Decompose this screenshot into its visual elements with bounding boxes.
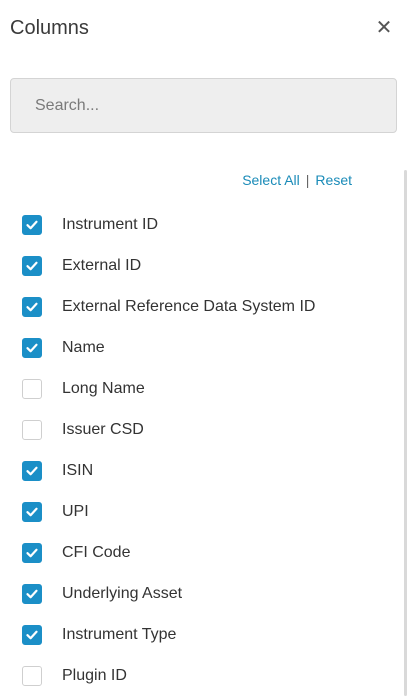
column-item-label: Issuer CSD — [62, 420, 144, 438]
column-item[interactable]: External ID — [22, 245, 392, 286]
column-item[interactable]: UPI — [22, 491, 392, 532]
checkmark-icon — [26, 466, 38, 475]
search-input[interactable] — [33, 95, 377, 116]
checkmark-icon — [26, 343, 38, 352]
column-item-label: Long Name — [62, 379, 145, 397]
checkbox-unchecked[interactable] — [22, 665, 42, 686]
column-item-label: Plugin ID — [62, 666, 127, 684]
checkbox-checked[interactable] — [22, 624, 42, 645]
column-item-label: CFI Code — [62, 543, 131, 561]
checkmark-icon — [26, 548, 38, 557]
column-item[interactable]: Instrument Type — [22, 614, 392, 655]
select-all-link[interactable]: Select All — [242, 172, 300, 188]
column-item-label: UPI — [62, 502, 89, 520]
checkmark-icon — [26, 630, 38, 639]
column-item[interactable]: Underlying Asset — [22, 573, 392, 614]
panel-title: Columns — [10, 16, 89, 39]
search-box[interactable] — [10, 78, 397, 133]
checkmark-icon — [26, 302, 38, 311]
column-item-label: Instrument Type — [62, 625, 177, 643]
checkbox-unchecked[interactable] — [22, 378, 42, 399]
reset-link[interactable]: Reset — [315, 172, 352, 188]
column-items: Instrument ID External ID External Referen… — [22, 204, 392, 696]
column-item[interactable]: External Reference Data System ID — [22, 286, 392, 327]
checkmark-icon — [26, 220, 38, 229]
checkbox-checked[interactable] — [22, 583, 42, 604]
column-item[interactable]: Name — [22, 327, 392, 368]
column-item-label: Instrument ID — [62, 215, 159, 233]
column-item-label: ISIN — [62, 461, 94, 479]
checkbox-checked[interactable] — [22, 542, 42, 563]
checkbox-checked[interactable] — [22, 214, 42, 235]
close-icon[interactable]: ✕ — [373, 17, 395, 39]
actions-separator: | — [305, 172, 310, 188]
column-item-label: Name — [62, 338, 105, 356]
column-item[interactable]: Plugin ID — [22, 655, 392, 696]
checkmark-icon — [26, 507, 38, 516]
columns-panel: Columns ✕ Select All | Reset Instrument … — [0, 0, 409, 696]
checkbox-checked[interactable] — [22, 296, 42, 317]
list-actions: Select All | Reset — [242, 172, 352, 188]
checkbox-unchecked[interactable] — [22, 419, 42, 440]
column-item-label: External ID — [62, 256, 142, 274]
column-list-area: Select All | Reset Instrument ID External… — [0, 160, 409, 696]
checkbox-checked[interactable] — [22, 337, 42, 358]
checkbox-checked[interactable] — [22, 255, 42, 276]
column-item[interactable]: Issuer CSD — [22, 409, 392, 450]
column-item-label: Underlying Asset — [62, 584, 183, 602]
column-item[interactable]: Long Name — [22, 368, 392, 409]
checkbox-checked[interactable] — [22, 501, 42, 522]
checkmark-icon — [26, 261, 38, 270]
scrollbar[interactable] — [404, 170, 407, 696]
panel-header: Columns ✕ — [10, 14, 395, 42]
column-item[interactable]: ISIN — [22, 450, 392, 491]
column-item[interactable]: CFI Code — [22, 532, 392, 573]
column-item-label: External Reference Data System ID — [62, 297, 316, 315]
column-item[interactable]: Instrument ID — [22, 204, 392, 245]
checkmark-icon — [26, 589, 38, 598]
checkbox-checked[interactable] — [22, 460, 42, 481]
